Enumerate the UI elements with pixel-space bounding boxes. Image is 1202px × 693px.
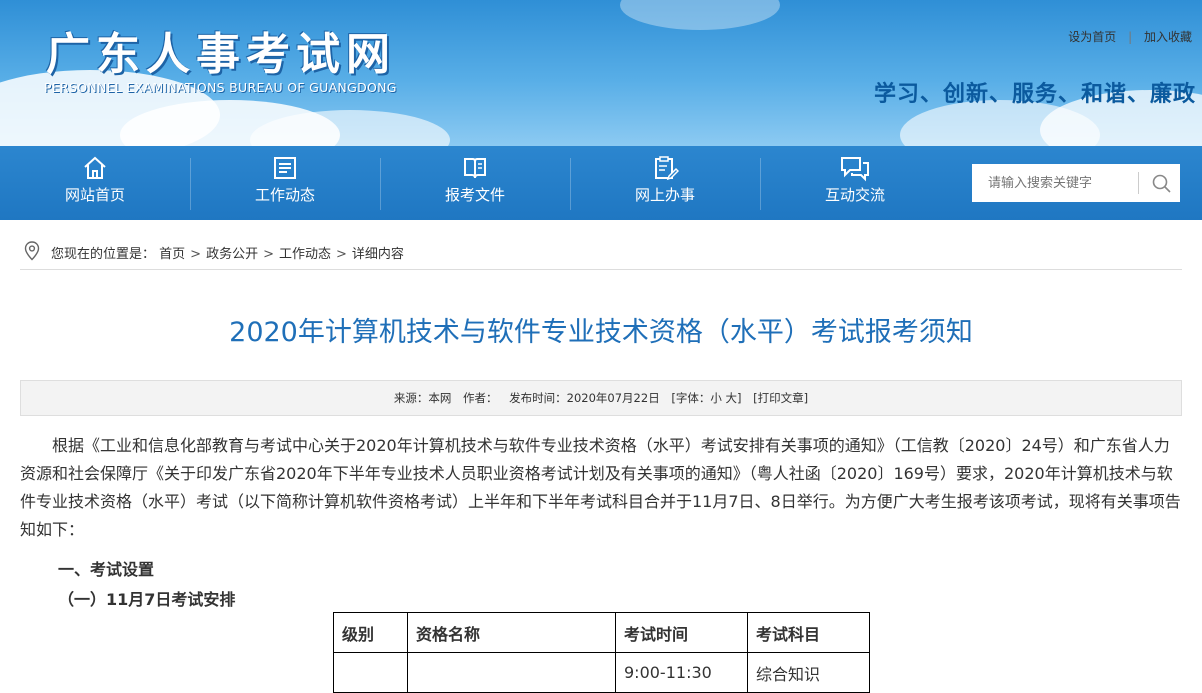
breadcrumb: 您现在的位置是： 首页 > 政务公开 > 工作动态 > 详细内容 bbox=[20, 235, 1182, 270]
breadcrumb-item-home[interactable]: 首页 bbox=[159, 247, 185, 262]
nav-item-home[interactable]: 网站首页 bbox=[0, 146, 190, 220]
site-banner: 广东人事考试网 PERSONNEL EXAMINATIONS BUREAU OF… bbox=[0, 0, 1202, 146]
book-icon bbox=[464, 158, 486, 179]
nav-item-work-news[interactable]: 工作动态 bbox=[190, 146, 380, 220]
nav-item-online-services[interactable]: 网上办事 bbox=[570, 146, 760, 220]
home-icon bbox=[84, 156, 106, 179]
nav-item-label: 报考文件 bbox=[444, 186, 505, 204]
add-favorite-link[interactable]: 加入收藏 bbox=[1144, 30, 1192, 44]
table-header-row: 级别 资格名称 考试时间 考试科目 bbox=[333, 612, 870, 653]
site-logo-subtitle: PERSONNEL EXAMINATIONS BUREAU OF GUANGDO… bbox=[44, 80, 397, 95]
cloud-decoration bbox=[620, 0, 780, 30]
clipboard-edit-icon bbox=[655, 156, 679, 181]
table-cell: 9:00-11:30 bbox=[615, 652, 748, 693]
top-links: 设为首页 | 加入收藏 bbox=[1068, 28, 1192, 45]
font-size-control[interactable]: [字体：小 大] bbox=[671, 391, 741, 405]
nav-item-label: 网站首页 bbox=[64, 186, 125, 204]
table-row: 9:00-11:30 综合知识 bbox=[333, 652, 870, 693]
article-title: 2020年计算机技术与软件专业技术资格（水平）考试报考须知 bbox=[229, 317, 973, 348]
nav-item-label: 工作动态 bbox=[254, 186, 315, 204]
breadcrumb-trail: 您现在的位置是： 首页 > 政务公开 > 工作动态 > 详细内容 bbox=[51, 243, 404, 262]
article-intro-paragraph: 根据《工业和信息化部教育与考试中心关于2020年计算机技术与软件专业技术资格（水… bbox=[20, 436, 1181, 539]
print-article-link[interactable]: [打印文章] bbox=[753, 391, 808, 405]
search-divider bbox=[1138, 172, 1139, 194]
nav-item-label: 网上办事 bbox=[634, 186, 695, 204]
site-logo-title: 广东人事考试网 bbox=[46, 29, 396, 80]
search-button[interactable] bbox=[1144, 164, 1180, 202]
nav-item-interaction[interactable]: 互动交流 bbox=[760, 146, 950, 220]
table-header-cell: 级别 bbox=[333, 612, 408, 653]
subsection-heading: （一）11月7日考试安排 bbox=[58, 590, 236, 609]
breadcrumb-item-detail: 详细内容 bbox=[351, 247, 404, 262]
breadcrumb-item-government-affairs[interactable]: 政务公开 bbox=[206, 247, 258, 262]
search-box bbox=[972, 164, 1180, 202]
nav-item-label: 互动交流 bbox=[824, 186, 885, 204]
table-header-cell: 考试时间 bbox=[615, 612, 748, 653]
chat-icon bbox=[841, 157, 869, 182]
table-cell bbox=[333, 652, 408, 693]
breadcrumb-prefix: 您现在的位置是： bbox=[51, 247, 156, 262]
article-body: 根据《工业和信息化部教育与考试中心关于2020年计算机技术与软件专业技术资格（水… bbox=[20, 432, 1182, 544]
top-links-separator: | bbox=[1128, 30, 1133, 44]
nav-item-exam-files[interactable]: 报考文件 bbox=[380, 146, 570, 220]
location-pin-icon bbox=[24, 241, 40, 261]
main-nav: 网站首页 工作动态 报考文件 网上办事 互动交流 请输入搜索关键字 bbox=[0, 146, 1202, 220]
exam-schedule-table: 级别 资格名称 考试时间 考试科目 9:00-11:30 综合知识 bbox=[333, 612, 870, 693]
search-input[interactable] bbox=[972, 164, 1138, 202]
article-meta-bar: 来源：本网 作者： 发布时间：2020年07月22日 [字体：小 大] [打印文… bbox=[20, 380, 1182, 416]
list-icon bbox=[274, 157, 296, 179]
breadcrumb-item-work-news[interactable]: 工作动态 bbox=[279, 247, 331, 262]
set-homepage-link[interactable]: 设为首页 bbox=[1068, 30, 1116, 44]
article-source: 来源：本网 bbox=[393, 391, 452, 405]
table-header-cell: 考试科目 bbox=[747, 612, 870, 653]
search-icon bbox=[1152, 174, 1171, 193]
table-cell bbox=[407, 652, 616, 693]
breadcrumb-separator: > bbox=[190, 247, 202, 262]
article-publish-date: 发布时间：2020年07月22日 bbox=[509, 391, 660, 405]
article-author: 作者： bbox=[463, 391, 498, 405]
breadcrumb-separator: > bbox=[263, 247, 274, 262]
site-slogan: 学习、创新、服务、和谐、廉政 bbox=[873, 82, 1196, 107]
table-cell: 综合知识 bbox=[747, 652, 870, 693]
breadcrumb-separator: > bbox=[336, 247, 347, 262]
table-header-cell: 资格名称 bbox=[407, 612, 616, 653]
section-heading: 一、考试设置 bbox=[58, 560, 155, 579]
